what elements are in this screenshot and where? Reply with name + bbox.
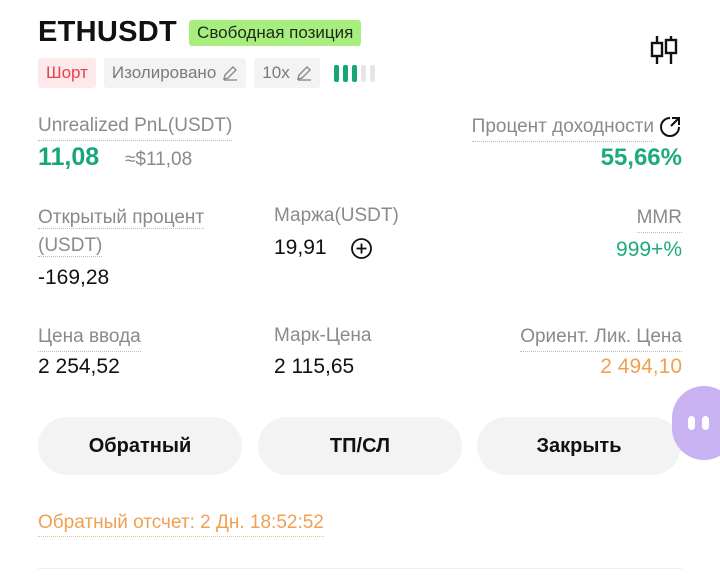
reverse-button[interactable]: Обратный [38,417,242,475]
margin-mode-label: Изолировано [111,63,217,82]
margin-label: Маржа(USDT) [274,205,399,226]
unrealized-pnl-label[interactable]: Unrealized PnL(USDT) [38,112,233,141]
countdown: Обратный отсчет: 2 Дн. 18:52:52 [38,510,324,537]
countdown-label: Обратный отсчет: [38,512,195,533]
position-type-badge: Свободная позиция [189,19,362,46]
leverage-button[interactable]: 10x [254,58,320,88]
tpsl-button[interactable]: ТП/СЛ [258,417,462,475]
open-interest-label-line2: (USDT) [38,235,103,257]
mark-price-label: Марк-Цена [274,325,372,346]
roi-label[interactable]: Процент доходности [471,113,654,142]
open-interest-label-unit: (USDT) [38,232,103,260]
open-interest-value: -169,28 [38,266,110,289]
open-interest-label[interactable]: Открытый процент [38,204,205,232]
leverage-bar [351,64,357,82]
mmr-label[interactable]: MMR [636,204,682,233]
mark-price-value: 2 115,65 [274,355,355,378]
side-tag: Шорт [38,58,96,88]
floating-assistant-button[interactable] [672,386,720,460]
mmr-value: 999+% [616,238,682,261]
leverage-bar [342,64,348,82]
unrealized-pnl-value: 11,08 [38,143,100,171]
position-tags: Шорт Изолировано 10x [38,58,375,88]
candlestick-chart-icon[interactable] [648,34,680,66]
divider [38,568,682,569]
open-interest-label-line1: Открытый процент [38,207,205,229]
roi-value: 55,66% [600,144,682,171]
symbol-title: ETHUSDT [38,16,178,48]
margin-mode-button[interactable]: Изолировано [103,58,247,88]
leverage-bar [333,64,339,82]
leverage-bar [369,64,375,82]
assistant-eye-icon [702,416,709,430]
share-icon[interactable] [658,115,682,139]
leverage-label: 10x [262,63,290,82]
margin-value: 19,91 [274,236,327,259]
entry-price-label[interactable]: Цена ввода [38,323,141,352]
close-position-button[interactable]: Закрыть [477,417,681,475]
liquidation-price-label[interactable]: Ориент. Лик. Цена [520,323,682,352]
assistant-eye-icon [688,416,695,430]
liquidation-price-value: 2 494,10 [600,355,682,378]
pencil-icon [223,66,238,81]
entry-price-value: 2 254,52 [38,355,120,378]
position-header: ETHUSDT Свободная позиция [38,16,362,49]
pencil-icon [296,66,311,81]
countdown-value: 2 Дн. 18:52:52 [200,512,324,533]
add-margin-icon[interactable] [350,237,373,260]
unrealized-pnl-usd: ≈$11,08 [125,149,193,170]
leverage-bar [360,64,366,82]
leverage-level-indicator [333,64,375,82]
